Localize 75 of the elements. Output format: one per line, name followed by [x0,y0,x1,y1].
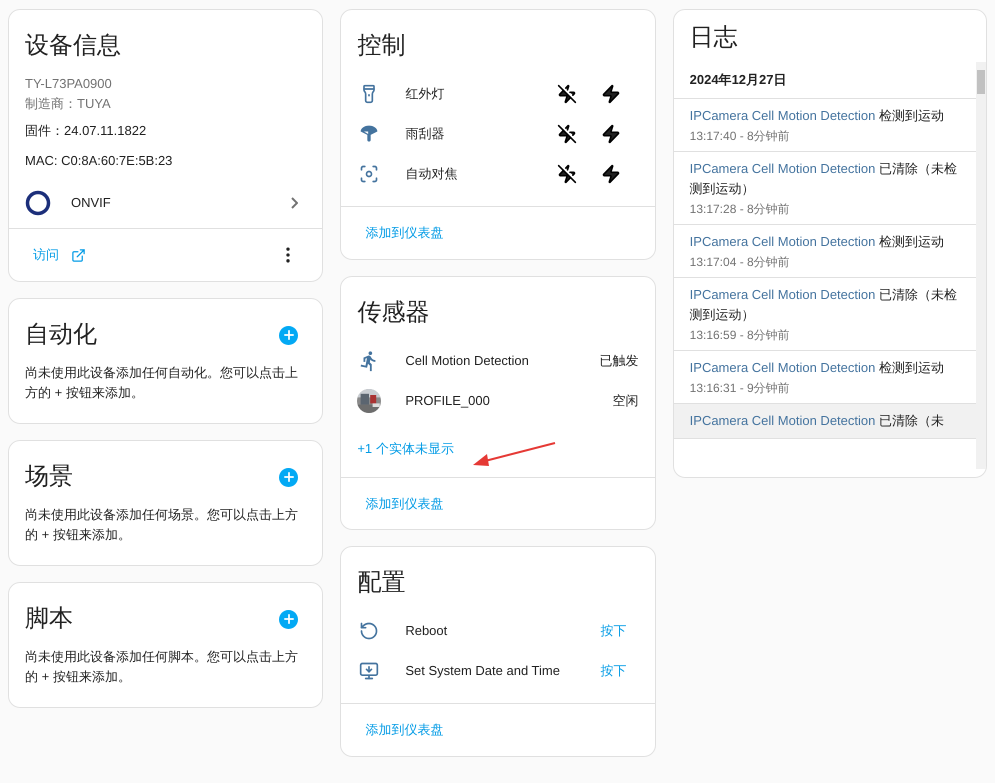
plus-icon [282,328,296,342]
manufacturer-text: 制造商：TUYA [25,94,112,112]
log-entry[interactable]: IPCamera Cell Motion Detection 检测到运动 13:17:40 - 8分钟前 [674,98,976,152]
flash-off-icon [556,164,577,184]
log-entry[interactable]: IPCamera Cell Motion Detection 已清除（未检测到运动） 13:16:59 - 8分钟前 [674,278,976,350]
log-time: 13:16:59 - 8分钟前 [690,326,791,342]
integration-link[interactable]: ONVIF [71,193,292,213]
flash-icon [600,164,621,184]
card-title: 脚本 [25,604,73,634]
entity-state: 空闲 [612,392,639,410]
entity-name: Set System Date and Time [405,662,561,680]
add-button[interactable] [279,326,298,344]
scrollbar[interactable] [976,62,986,469]
log-time: 13:16:31 - 9分钟前 [690,380,791,396]
flash-off-icon [556,124,577,144]
restart-icon [359,621,380,641]
card-title: 场景 [25,462,73,492]
entity-name: 自动对焦 [405,165,458,184]
hidden-entities-link[interactable]: +1 个实体未显示 [357,438,454,458]
focus-icon [359,164,380,184]
press-button[interactable]: 按下 [588,621,639,641]
entity-link[interactable]: IPCamera Cell Motion Detection [690,234,876,248]
entity-name: PROFILE_000 [405,392,491,410]
mac-text: MAC: C0:8A:60:7E:5B:23 [25,152,174,170]
flash-icon [600,124,621,144]
log-entry[interactable]: IPCamera Cell Motion Detection 已清除（未检测到运动） 13:17:28 - 8分钟前 [674,152,976,224]
entity-name: Reboot [405,622,448,640]
log-entry[interactable]: IPCamera Cell Motion Detection 检测到运动 13:17:04 - 8分钟前 [674,224,976,278]
plus-icon [282,470,296,484]
log-message: IPCamera Cell Motion Detection 已清除（未 [690,412,945,430]
wiper-icon [359,124,380,144]
card-title: 日志 [690,23,739,53]
log-message: IPCamera Cell Motion Detection 检测到运动 [690,232,945,250]
add-to-dashboard-link[interactable]: 添加到仪表盘 [357,215,452,250]
log-entry[interactable]: IPCamera Cell Motion Detection 已清除（未 [674,404,976,438]
entity-name: 红外灯 [405,85,446,104]
add-to-dashboard-link[interactable]: 添加到仪表盘 [357,712,452,748]
card-title: 配置 [357,568,406,598]
entity-link[interactable]: IPCamera Cell Motion Detection [690,360,876,374]
add-button[interactable] [279,468,298,486]
external-link-icon [71,248,86,262]
empty-message: 尚未使用此设备添加任何场景。您可以点击上方的 + 按钮来添加。 [25,506,299,544]
entity-state: 已触发 [600,352,639,370]
log-message: IPCamera Cell Motion Detection 已清除（未检测到运动） [690,160,958,198]
monitor-icon [359,661,380,681]
flash-icon [600,84,621,104]
entity-link[interactable]: IPCamera Cell Motion Detection [690,160,876,176]
log-message: IPCamera Cell Motion Detection 检测到运动 [690,106,945,124]
log-message: IPCamera Cell Motion Detection 检测到运动 [690,358,945,376]
entity-link[interactable]: IPCamera Cell Motion Detection [690,108,876,122]
entity-name: 雨刮器 [405,125,446,144]
card-title: 控制 [357,31,406,61]
model-text: TY-L73PA0900 [25,75,113,93]
visit-link[interactable]: 访问 [25,245,94,265]
log-time: 13:17:28 - 8分钟前 [690,200,791,216]
add-to-dashboard-link[interactable]: 添加到仪表盘 [357,486,452,521]
log-time: 13:17:40 - 8分钟前 [690,128,791,144]
entity-link[interactable]: IPCamera Cell Motion Detection [690,412,876,428]
chevron-right-icon [291,197,298,209]
entity-link[interactable]: IPCamera Cell Motion Detection [690,286,876,302]
add-button[interactable] [279,610,298,628]
ring-logo [25,190,51,216]
card-title: 自动化 [25,320,97,350]
empty-message: 尚未使用此设备添加任何自动化。您可以点击上方的 + 按钮来添加。 [25,364,299,402]
empty-message: 尚未使用此设备添加任何脚本。您可以点击上方的 + 按钮来添加。 [25,648,299,686]
log-entry[interactable]: IPCamera Cell Motion Detection 检测到运动 13:16:31 - 9分钟前 [674,350,976,404]
press-button[interactable]: 按下 [588,661,639,681]
plus-icon [282,612,296,626]
flash-off-icon [556,84,577,104]
log-time: 13:17:04 - 8分钟前 [690,254,791,270]
card-title: 传感器 [357,298,430,328]
card-title: 设备信息 [25,31,122,61]
firmware-text: 固件：24.07.11.1822 [25,122,148,140]
log-message: IPCamera Cell Motion Detection 已清除（未检测到运动） [690,286,958,324]
entity-name: Cell Motion Detection [405,352,530,370]
